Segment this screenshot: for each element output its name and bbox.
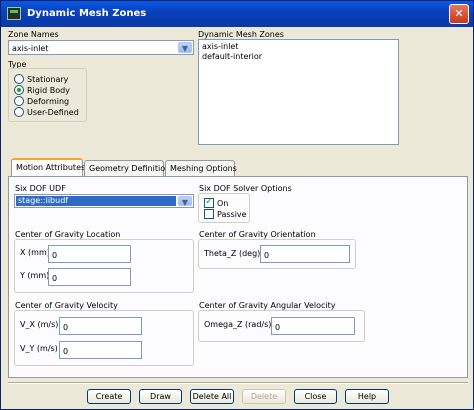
- theta-z-input[interactable]: 0: [260, 245, 350, 263]
- cg-velocity-label: Center of Gravity Velocity: [15, 301, 118, 310]
- y-input[interactable]: 0: [48, 268, 131, 286]
- omega-z-value: 0: [275, 323, 281, 332]
- on-checkbox-label: On: [217, 199, 229, 208]
- footer-separator: [8, 382, 468, 384]
- passive-checkbox-label: Passive: [217, 210, 247, 219]
- radio-deforming[interactable]: [14, 96, 24, 106]
- six-dof-udf-label: Six DOF UDF: [15, 184, 66, 193]
- cg-orientation-label: Center of Gravity Orientation: [199, 230, 316, 239]
- vy-input[interactable]: 0: [59, 341, 142, 359]
- chevron-down-icon[interactable]: ▼: [178, 42, 192, 53]
- close-button[interactable]: Close: [294, 389, 337, 404]
- delete-all-button[interactable]: Delete All: [190, 389, 234, 404]
- list-item[interactable]: axis-inlet: [202, 42, 239, 51]
- list-item[interactable]: default-interior: [202, 52, 262, 61]
- tab-geometry-definition-label: Geometry Definition: [89, 164, 171, 173]
- tab-motion-attributes-label: Motion Attributes: [16, 163, 86, 172]
- dialog-window: Dynamic Mesh Zones ✕ Zone Names axis-inl…: [0, 0, 474, 410]
- x-value: 0: [52, 251, 58, 260]
- cg-location-label: Center of Gravity Location: [15, 230, 121, 239]
- close-window-button[interactable]: ✕: [449, 4, 469, 24]
- six-dof-udf-value: stage::libudf: [18, 196, 69, 205]
- tab-meshing-options-label: Meshing Options: [170, 164, 237, 173]
- omega-z-label: Omega_Z (rad/s): [204, 320, 272, 329]
- motion-attributes-panel: Six DOF UDF stage::libudf ▼ Six DOF Solv…: [8, 176, 468, 378]
- dynamic-mesh-zones-label: Dynamic Mesh Zones: [198, 30, 284, 39]
- theta-z-label: Theta_Z (deg): [204, 249, 261, 258]
- six-dof-udf-dropdown[interactable]: stage::libudf ▼: [14, 194, 194, 208]
- tab-motion-attributes[interactable]: Motion Attributes: [11, 158, 86, 177]
- y-label: Y (mm): [20, 271, 50, 280]
- close-icon: ✕: [454, 7, 464, 20]
- vy-value: 0: [63, 347, 69, 356]
- vx-input[interactable]: 0: [59, 317, 142, 335]
- cg-angular-velocity-label: Center of Gravity Angular Velocity: [199, 301, 336, 310]
- y-value: 0: [52, 274, 58, 283]
- radio-rigid-body-label: Rigid Body: [27, 86, 70, 95]
- passive-checkbox[interactable]: [204, 209, 214, 219]
- radio-stationary-label: Stationary: [27, 75, 69, 84]
- radio-user-defined[interactable]: [14, 107, 24, 117]
- chevron-down-icon[interactable]: ▼: [178, 196, 192, 207]
- delete-button[interactable]: Delete: [242, 389, 286, 404]
- theta-z-value: 0: [264, 251, 270, 260]
- window-title: Dynamic Mesh Zones: [27, 8, 147, 19]
- draw-button[interactable]: Draw: [139, 389, 182, 404]
- radio-deforming-label: Deforming: [27, 97, 70, 106]
- tab-meshing-options[interactable]: Meshing Options: [165, 160, 237, 177]
- x-label: X (mm): [20, 248, 50, 257]
- vx-label: V_X (m/s): [20, 320, 59, 329]
- help-button[interactable]: Help: [345, 389, 389, 404]
- zone-names-dropdown[interactable]: axis-inlet ▼: [8, 40, 194, 55]
- radio-stationary[interactable]: [14, 74, 24, 84]
- dynamic-mesh-zones-list[interactable]: axis-inlet default-interior: [198, 39, 399, 145]
- on-checkbox[interactable]: [204, 196, 214, 208]
- vx-value: 0: [63, 323, 69, 332]
- vy-label: V_Y (m/s): [20, 344, 58, 353]
- zone-names-value: axis-inlet: [12, 44, 49, 53]
- omega-z-input[interactable]: 0: [271, 317, 355, 335]
- x-input[interactable]: 0: [48, 245, 131, 263]
- app-icon: [7, 7, 21, 20]
- create-button[interactable]: Create: [87, 389, 131, 404]
- radio-user-defined-label: User-Defined: [27, 108, 79, 117]
- title-bar[interactable]: Dynamic Mesh Zones ✕: [1, 1, 473, 27]
- radio-rigid-body[interactable]: [14, 85, 24, 95]
- tab-geometry-definition[interactable]: Geometry Definition: [84, 160, 170, 177]
- zone-names-label: Zone Names: [8, 30, 59, 39]
- six-dof-solver-options-label: Six DOF Solver Options: [199, 184, 292, 193]
